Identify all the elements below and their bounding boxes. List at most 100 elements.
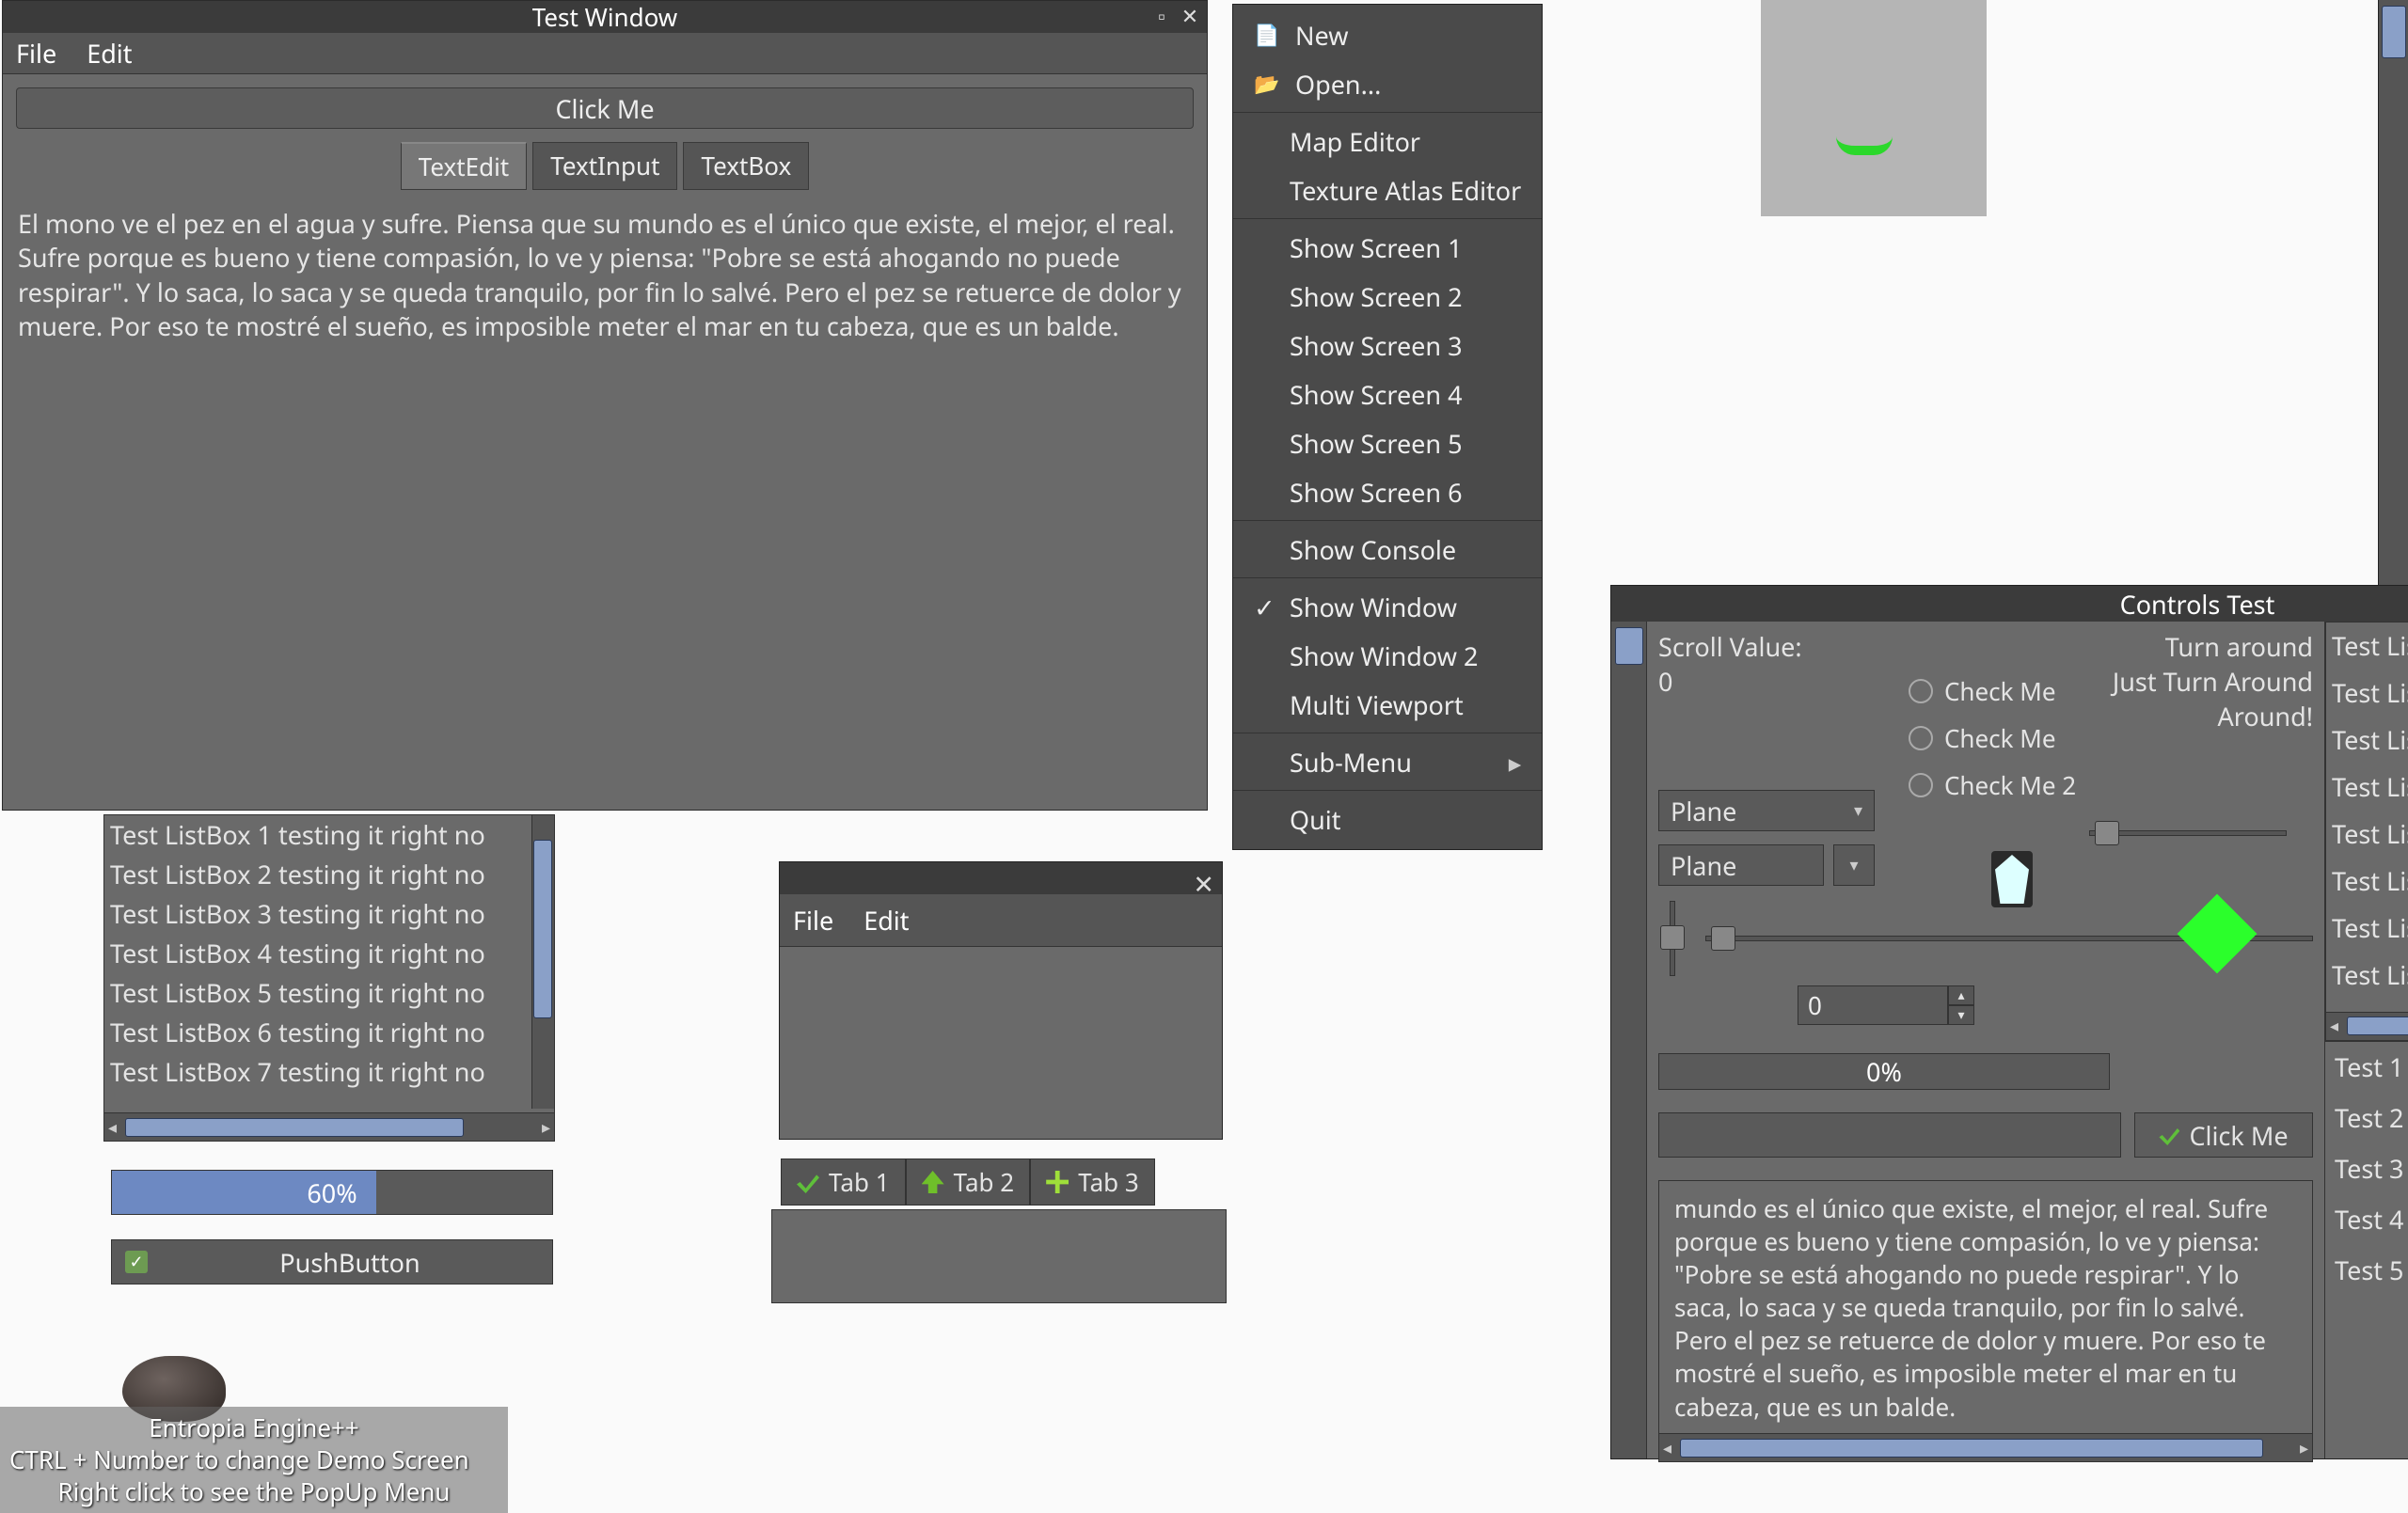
checkbox-1[interactable]: Check Me	[1909, 674, 2076, 708]
menu-edit[interactable]: Edit	[863, 903, 909, 938]
list-item[interactable]: Test ListBox 7 testing it right no	[104, 1052, 554, 1092]
spin-box[interactable]: ▴▾	[1798, 985, 1986, 1025]
chevron-left-icon[interactable]: ◂	[2330, 1015, 2338, 1037]
slider-knob[interactable]	[2095, 821, 2119, 845]
list-item[interactable]: Test ListBox 8 testing it right no	[2326, 952, 2408, 999]
text-input[interactable]	[1658, 1112, 2121, 1158]
hscroll-thumb[interactable]	[2347, 1017, 2408, 1035]
menu-item-multi-viewport[interactable]: Multi Viewport	[1233, 680, 1542, 729]
list-item[interactable]: Test ListBox 5 testing it right no	[2326, 811, 2408, 858]
scroll-thumb[interactable]	[1615, 627, 1643, 665]
checklist-label: Test 3	[2335, 1151, 2408, 1186]
menu-item-show-console[interactable]: Show Console	[1233, 525, 1542, 574]
check-icon	[797, 1171, 819, 1193]
menu-item-new[interactable]: 📄New	[1233, 10, 1542, 59]
menu-item-show-window[interactable]: ✓Show Window	[1233, 582, 1542, 631]
click-me-button[interactable]: Click Me	[16, 87, 1194, 129]
minimize-icon[interactable]: ▫	[1150, 5, 1173, 27]
slider-knob[interactable]	[1660, 925, 1685, 950]
checkbox-2[interactable]: Check Me	[1909, 721, 2076, 755]
list-item[interactable]: Test ListBox 2 testing it right no	[2326, 670, 2408, 717]
hscroll-thumb[interactable]	[1680, 1439, 2263, 1458]
menu-item-quit[interactable]: Quit	[1233, 795, 1542, 843]
percent-bar: 0%	[1658, 1053, 2110, 1090]
menu-item-show-screen-5[interactable]: Show Screen 5	[1233, 418, 1542, 467]
test-window-titlebar[interactable]: Test Window ▫ ✕	[3, 1, 1207, 33]
vscroll-thumb[interactable]	[533, 840, 552, 1018]
list-item[interactable]: Test ListBox 5 testing it right no	[104, 973, 554, 1013]
menu-file[interactable]: File	[16, 36, 56, 71]
chevron-right-icon[interactable]: ▸	[542, 1116, 550, 1139]
list-item[interactable]: Test ListBox 4 testing it right no	[104, 934, 554, 973]
tab-textinput[interactable]: TextInput	[532, 142, 677, 190]
menu-item-open[interactable]: 📂Open...	[1233, 59, 1542, 108]
chevron-left-icon[interactable]: ◂	[1663, 1437, 1671, 1459]
text-area-content: mundo es el único que existe, el mejor, …	[1659, 1181, 2312, 1433]
tab-2[interactable]: Tab 2	[906, 1158, 1031, 1206]
plane-select-dropdown[interactable]: ▾	[1833, 844, 1875, 886]
list-item[interactable]: Test ListBox 3 testing it right no	[2326, 717, 2408, 764]
textedit-content[interactable]: El mono ve el pez en el agua y sufre. Pi…	[3, 196, 1207, 355]
left-listbox[interactable]: Test ListBox 1 testing it right noTest L…	[103, 814, 555, 1142]
scrollbar-thumb[interactable]	[2382, 6, 2406, 58]
slider-knob[interactable]	[1711, 926, 1735, 951]
tab-3[interactable]: Tab 3	[1030, 1158, 1155, 1206]
controls-right-panel: Test ListBox 1 testing it right noTest L…	[2324, 622, 2408, 1458]
listbox-hscroll[interactable]: ◂ ▸	[104, 1112, 554, 1141]
plus-icon	[1046, 1171, 1069, 1193]
vertical-slider[interactable]	[1658, 901, 1687, 976]
spin-up-icon[interactable]: ▴	[1948, 985, 1974, 1005]
spin-down-icon[interactable]: ▾	[1948, 1005, 1974, 1025]
menu-item-show-screen-3[interactable]: Show Screen 3	[1233, 321, 1542, 370]
close-icon[interactable]: ✕	[1179, 5, 1201, 27]
list-item[interactable]: Test ListBox 7 testing it right no	[2326, 905, 2408, 952]
checklist-item[interactable]: Test 2	[2325, 1093, 2408, 1143]
push-button[interactable]: ✓ PushButton	[111, 1239, 553, 1284]
checklist-item[interactable]: Test 4	[2325, 1194, 2408, 1245]
checkbox-3[interactable]: Check Me 2	[1909, 768, 2076, 802]
list-item[interactable]: Test ListBox 9 testing it right no	[2326, 999, 2408, 1012]
listbox-hscroll[interactable]: ◂ ▸	[2326, 1012, 2408, 1040]
text-hscroll[interactable]: ◂ ▸	[1659, 1433, 2312, 1461]
checklist-item[interactable]: Test 5	[2325, 1245, 2408, 1296]
listbox-rows: Test ListBox 1 testing it right noTest L…	[104, 815, 554, 1112]
plane-select-1[interactable]: Plane▾	[1658, 790, 1875, 831]
plane-select-2[interactable]: Plane	[1658, 844, 1824, 886]
list-item[interactable]: Test ListBox 1 testing it right no	[104, 815, 554, 855]
horizontal-slider-2[interactable]	[2089, 819, 2287, 847]
chevron-left-icon[interactable]: ◂	[108, 1116, 117, 1139]
close-icon[interactable]: ✕	[1193, 866, 1214, 901]
list-item[interactable]: Test ListBox 3 testing it right no	[104, 894, 554, 934]
menu-item-show-screen-4[interactable]: Show Screen 4	[1233, 370, 1542, 418]
click-me-button-2[interactable]: Click Me	[2134, 1112, 2313, 1158]
list-item[interactable]: Test ListBox 2 testing it right no	[104, 855, 554, 894]
menu-file[interactable]: File	[793, 903, 833, 938]
text-area[interactable]: mundo es el único que existe, el mejor, …	[1658, 1180, 2313, 1462]
menu-item-show-screen-1[interactable]: Show Screen 1	[1233, 223, 1542, 272]
menu-item-map-editor[interactable]: Map Editor	[1233, 117, 1542, 165]
chevron-right-icon[interactable]: ▸	[2300, 1437, 2308, 1459]
menu-item-show-screen-6[interactable]: Show Screen 6	[1233, 467, 1542, 516]
spin-input[interactable]	[1798, 985, 1948, 1025]
menu-item-show-screen-2[interactable]: Show Screen 2	[1233, 272, 1542, 321]
hscroll-thumb[interactable]	[125, 1118, 464, 1137]
tab-textbox[interactable]: TextBox	[683, 142, 809, 190]
list-item[interactable]: Test ListBox 1 testing it right no	[2326, 623, 2408, 670]
menu-edit[interactable]: Edit	[87, 36, 132, 71]
controls-left-scroll[interactable]	[1611, 622, 1647, 1458]
list-item[interactable]: Test ListBox 6 testing it right no	[104, 1013, 554, 1052]
controls-test-title[interactable]: Controls Test	[1611, 586, 2408, 622]
right-listbox[interactable]: Test ListBox 1 testing it right noTest L…	[2325, 622, 2408, 1041]
list-item[interactable]: Test ListBox 4 testing it right no	[2326, 764, 2408, 811]
small-window-titlebar[interactable]: ✕	[780, 862, 1222, 894]
tab-1[interactable]: Tab 1	[781, 1158, 906, 1206]
menu-item-sub-menu[interactable]: Sub-Menu▸	[1233, 737, 1542, 786]
tab-textedit[interactable]: TextEdit	[401, 142, 527, 190]
checklist-item[interactable]: Test 3	[2325, 1143, 2408, 1194]
list-item[interactable]: Test ListBox 6 testing it right no	[2326, 858, 2408, 905]
menu-item-texture-atlas[interactable]: Texture Atlas Editor	[1233, 165, 1542, 214]
test-window-title: Test Window	[532, 0, 678, 34]
menu-item-show-window-2[interactable]: Show Window 2	[1233, 631, 1542, 680]
checklist-item[interactable]: Test 1	[2325, 1042, 2408, 1093]
listbox-vscroll[interactable]	[531, 815, 554, 1109]
